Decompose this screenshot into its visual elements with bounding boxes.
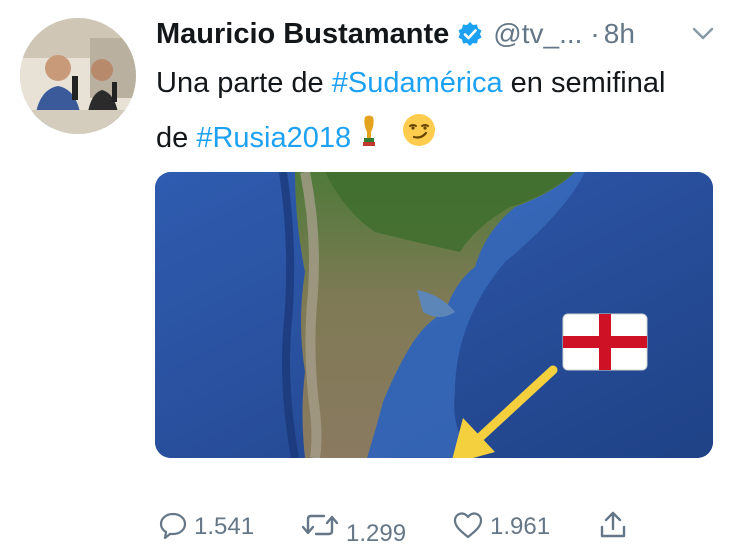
like-count: 1.961 — [490, 513, 551, 540]
time-separator: · — [590, 18, 600, 49]
chevron-down-icon[interactable] — [690, 24, 716, 44]
world-cup-trophy-icon — [359, 112, 379, 167]
like-button[interactable]: 1.961 — [452, 505, 550, 549]
verified-badge-icon — [457, 21, 483, 47]
tweet-media-image[interactable] — [155, 172, 713, 458]
satellite-map — [155, 172, 713, 458]
tweet-header: Mauricio Bustamante @tv_... · 8h — [156, 12, 635, 56]
tweet-text: Una parte de #Sudamérica en semifinal de… — [156, 56, 676, 167]
hashtag-link[interactable]: #Sudamérica — [332, 67, 503, 99]
hashtag-link[interactable]: #Rusia2018 — [196, 122, 351, 154]
author-avatar[interactable] — [20, 18, 136, 134]
tweet-timestamp[interactable]: 8h — [604, 18, 635, 50]
tweet-actions-bar: 1.541 1.299 1.961 — [0, 505, 738, 549]
share-button[interactable] — [598, 505, 628, 549]
share-icon — [598, 509, 628, 546]
smirking-face-icon — [401, 112, 437, 167]
retweet-count: 1.299 — [346, 520, 407, 547]
author-name[interactable]: Mauricio Bustamante — [156, 18, 449, 51]
reply-button[interactable]: 1.541 — [158, 505, 254, 549]
author-handle[interactable]: @tv_... — [493, 18, 582, 50]
england-flag-icon — [562, 313, 648, 371]
retweet-button[interactable]: 1.299 — [300, 505, 406, 549]
reply-count: 1.541 — [194, 513, 255, 540]
tweet-text-part: Una parte de — [156, 67, 332, 99]
reply-icon — [158, 510, 188, 545]
heart-icon — [452, 510, 484, 545]
avatar-photo — [20, 18, 136, 134]
retweet-icon — [300, 510, 340, 545]
